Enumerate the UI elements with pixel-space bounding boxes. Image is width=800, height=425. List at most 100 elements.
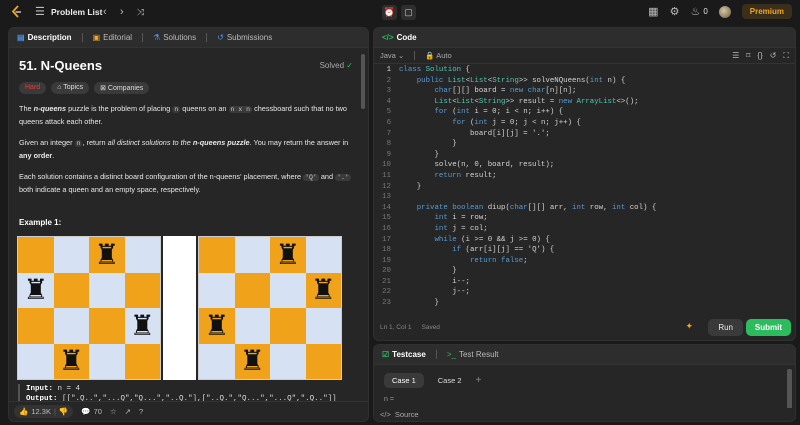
format-icon[interactable]: ☰ [732, 51, 739, 61]
run-button[interactable]: Run [708, 319, 743, 336]
history-icon: ↺ [217, 33, 224, 42]
sparkle-icon[interactable]: ✦ [685, 321, 693, 332]
thumbs-down-icon[interactable]: 👎 [59, 407, 68, 416]
code-line[interactable]: 2 public List<List<String>> solveNQueens… [374, 76, 795, 87]
code-title: Code [396, 33, 417, 42]
board-cell [234, 272, 270, 308]
code-text: int j = col; [434, 224, 488, 233]
language-select[interactable]: Java ⌄ [380, 51, 404, 60]
code-line[interactable]: 4 List<List<String>> result = new ArrayL… [374, 97, 795, 108]
shuffle-icon[interactable]: ⤨ [137, 6, 144, 18]
thumbs-up-icon: 👍 [19, 407, 29, 416]
board-cell [18, 308, 54, 344]
leetcode-logo-icon[interactable] [10, 5, 24, 19]
code-line[interactable]: 9 } [374, 150, 795, 161]
code-line[interactable]: 11 return result; [374, 171, 795, 182]
like-button[interactable]: 👍 12.3K | 👎 [14, 405, 74, 418]
board-gap [163, 236, 196, 380]
divider [414, 51, 416, 60]
paragraph-2: Given an integer n, return all distinct … [19, 137, 354, 162]
code-editor[interactable]: 1 class Solution {2 public List<List<Stri… [374, 65, 795, 310]
tab-editorial[interactable]: ▣ Editorial [93, 33, 132, 42]
code-line[interactable]: 21 i--; [374, 277, 795, 288]
checkbox-icon: ☑ [382, 350, 390, 359]
board-cell [124, 237, 160, 273]
tab-submissions[interactable]: ↺ Submissions [217, 33, 272, 42]
gear-icon[interactable]: ⚙ [670, 6, 680, 18]
inline-code: '.' [335, 174, 351, 181]
braces-icon[interactable]: {} [757, 51, 762, 61]
companies-tag[interactable]: ⊠ Companies [94, 82, 150, 94]
board-cell [199, 272, 235, 308]
case-2-tab[interactable]: Case 2 [430, 373, 470, 388]
chevron-right-icon[interactable]: › [120, 6, 124, 18]
code-line[interactable]: 23 } [374, 298, 795, 309]
paragraph-3: Each solution contains a distinct board … [19, 171, 354, 196]
text: puzzle is the problem of placing [66, 104, 173, 113]
code-line[interactable]: 7 board[i][j] = '.'; [374, 129, 795, 140]
line-number: 14 [382, 203, 391, 212]
code-line[interactable]: 19 return false; [374, 256, 795, 267]
help-icon[interactable]: ? [139, 407, 143, 416]
code-line[interactable]: 17 while (i >= 0 && j >= 0) { [374, 235, 795, 246]
streak-counter[interactable]: ♨ 0 [690, 6, 707, 18]
comments-button[interactable]: 💬 70 [81, 407, 102, 416]
list-icon[interactable]: ☰ [35, 6, 45, 18]
code-line[interactable]: 16 int j = col; [374, 224, 795, 235]
center-controls: ⏰ ▢ [382, 5, 416, 20]
code-line[interactable]: 20 } [374, 266, 795, 277]
alarm-icon: ⏰ [383, 7, 396, 17]
topics-label: Topics [63, 84, 84, 91]
tab-solutions[interactable]: ⚗ Solutions [153, 33, 196, 42]
line-number: 15 [382, 214, 391, 223]
chevron-left-icon[interactable]: ‹ [103, 6, 107, 18]
tab-test-result[interactable]: >_ Test Result [447, 350, 499, 359]
board-cell [124, 343, 160, 379]
left-tabs: ▤ Description ▣ Editorial ⚗ Solutions ↺ Subm… [9, 28, 368, 48]
code-footer: Ln 1, Col 1 Saved ✦ Run Submit [374, 314, 795, 340]
problem-list-link[interactable]: Problem List [51, 7, 102, 17]
case-1-tab[interactable]: Case 1 [384, 373, 424, 388]
board-cell [199, 237, 235, 273]
topics-tag[interactable]: ⌂ Topics [51, 82, 90, 94]
code-line[interactable]: 5 for (int i = 0; i < n; i++) { [374, 107, 795, 118]
timer-button[interactable]: ⏰ [382, 5, 397, 20]
share-icon[interactable]: ↗ [125, 407, 131, 416]
fullscreen-icon[interactable]: ⛶ [783, 51, 789, 61]
add-case-icon[interactable]: + [476, 375, 482, 386]
layout-grid-icon[interactable]: ▦ [648, 6, 658, 18]
notes-button[interactable]: ▢ [401, 5, 416, 20]
board-cell: ♜ [234, 343, 270, 379]
scrollbar[interactable] [787, 369, 792, 409]
bookmark-icon[interactable]: ⌑ [746, 51, 750, 61]
tag-row: Hard ⌂ Topics ⊠ Companies [19, 82, 354, 94]
code-line[interactable]: 1 class Solution { [374, 65, 795, 76]
text: n-queens puzzle [192, 138, 250, 147]
code-line[interactable]: 22 j--; [374, 287, 795, 298]
star-icon[interactable]: ☆ [110, 407, 117, 416]
code-line[interactable]: 10 solve(n, 0, board, result); [374, 160, 795, 171]
tab-testcase[interactable]: ☑ Testcase [382, 350, 426, 359]
avatar[interactable] [718, 5, 731, 18]
submit-button[interactable]: Submit [745, 319, 791, 336]
auto-toggle[interactable]: 🔒 Auto [425, 51, 451, 60]
code-line[interactable]: 8 } [374, 139, 795, 150]
example-title: Example 1: [19, 218, 62, 227]
code-line[interactable]: 15 int i = row; [374, 213, 795, 224]
code-line[interactable]: 12 } [374, 182, 795, 193]
board-cell [89, 308, 125, 344]
code-line[interactable]: 14 private boolean diup(char[][] arr, in… [374, 203, 795, 214]
code-line[interactable]: 13 [374, 192, 795, 203]
code-line[interactable]: 18 if (arr[i][j] == 'Q') { [374, 245, 795, 256]
divider: | [53, 407, 56, 416]
text: all distinct solutions to the [107, 138, 193, 147]
scrollbar[interactable] [361, 54, 365, 109]
code-line[interactable]: 6 for (int j = 0; j < n; j++) { [374, 118, 795, 129]
source-link[interactable]: Source [395, 410, 419, 419]
reset-icon[interactable]: ↺ [770, 51, 777, 61]
premium-button[interactable]: Premium [741, 4, 792, 19]
check-circle-icon: ✓ [346, 61, 353, 70]
tab-description[interactable]: ▤ Description [17, 33, 72, 42]
tab-code[interactable]: </> Code [382, 33, 417, 42]
code-line[interactable]: 3 char[][] board = new char[n][n]; [374, 86, 795, 97]
